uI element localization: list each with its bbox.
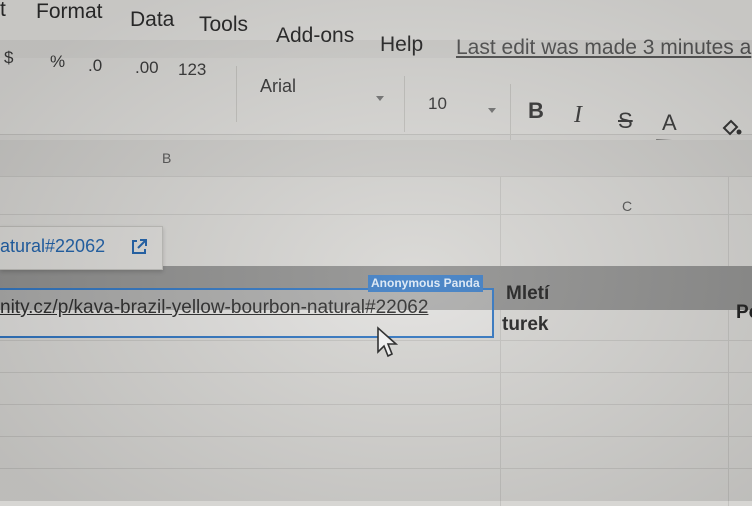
increase-decimal-button[interactable]: .00 [135, 58, 159, 78]
menu-bar: t Format Data Tools Add-ons Help [0, 0, 752, 56]
menu-data[interactable]: Data [130, 8, 174, 32]
cell-link-value[interactable]: nity.cz/p/kava-brazil-yellow-bourbon-nat… [0, 297, 428, 319]
menu-tools[interactable]: Tools [199, 13, 248, 37]
column-header-c[interactable]: C [622, 198, 632, 214]
decrease-decimal-button[interactable]: .0 [88, 56, 102, 76]
menu-format[interactable]: Format [36, 0, 103, 24]
italic-button[interactable]: I [574, 102, 582, 129]
menu-help[interactable]: Help [380, 33, 423, 57]
grid-line [0, 372, 752, 373]
grid-line [0, 214, 752, 215]
link-preview-text[interactable]: atural#22062 [0, 236, 105, 257]
percent-button[interactable]: % [50, 52, 65, 72]
link-preview-popup: atural#22062 [0, 226, 163, 270]
grid-line [500, 176, 501, 506]
strikethrough-button[interactable]: S [618, 108, 633, 134]
fill-color-icon[interactable] [720, 116, 742, 138]
cell-c-value[interactable]: turek [502, 314, 548, 336]
toolbar-divider [236, 66, 237, 122]
grid-line [728, 176, 729, 506]
header-cell-d[interactable]: Po [736, 302, 752, 324]
external-link-icon[interactable] [130, 238, 148, 256]
menu-addons[interactable]: Add-ons [276, 24, 354, 48]
font-size-select[interactable]: 10 [428, 94, 447, 114]
header-cell-c[interactable]: Mletí [506, 283, 549, 305]
mouse-cursor-icon [377, 326, 399, 358]
last-edit-link[interactable]: Last edit was made 3 minutes a [456, 36, 751, 60]
grid-line [0, 468, 752, 469]
currency-button[interactable]: $ [4, 48, 13, 68]
chevron-down-icon [376, 96, 384, 101]
toolbar: $ % .0 .00 123 Arial 10 B I S A [0, 48, 752, 140]
font-family-select[interactable]: Arial [260, 76, 296, 97]
grid-line [0, 436, 752, 437]
bold-button[interactable]: B [528, 98, 544, 124]
grid-line [0, 404, 752, 405]
text-color-button[interactable]: A [662, 110, 677, 136]
collaborator-flag: Anonymous Panda [368, 275, 483, 292]
number-format-button[interactable]: 123 [178, 60, 206, 80]
grid-line [0, 176, 752, 177]
toolbar-divider [510, 84, 511, 140]
menu-partial[interactable]: t [0, 0, 6, 22]
toolbar-divider [404, 76, 405, 132]
column-header-row: B [0, 140, 752, 177]
chevron-down-icon [488, 108, 496, 113]
column-header-b[interactable]: B [162, 150, 171, 166]
